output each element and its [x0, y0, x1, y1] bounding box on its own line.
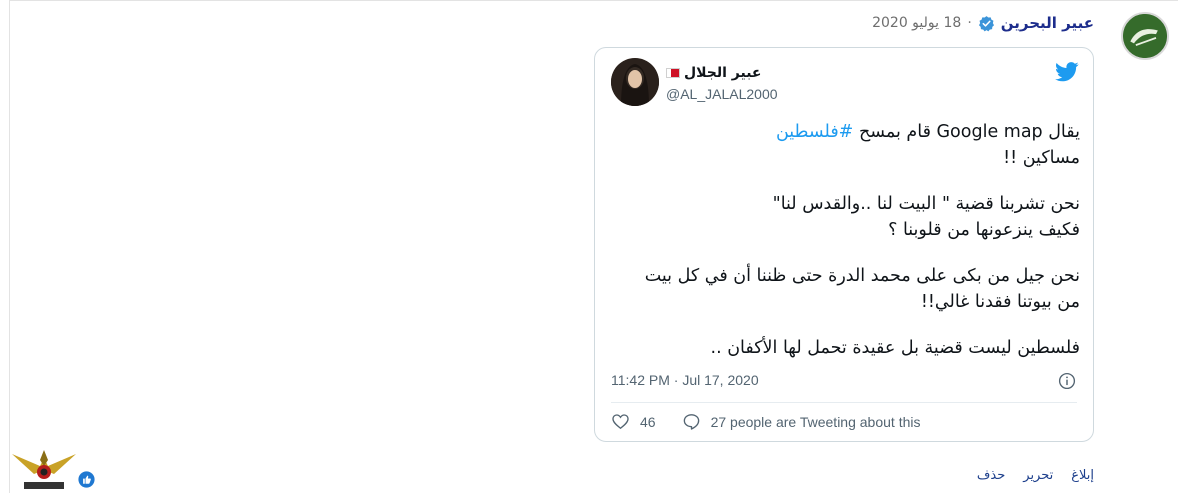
info-icon[interactable]: [1058, 372, 1076, 390]
bahrain-flag-icon: [666, 68, 680, 78]
tweet-line: فلسطين ليست قضية بل عقيدة تحمل لها الأكف…: [710, 338, 1081, 358]
tweet-line: يقال Google map قام بمسح #فلسطين: [610, 119, 1080, 145]
like-action[interactable]: 46: [611, 412, 656, 431]
post-header: عبير البحرين · 18 يوليو 2020: [872, 12, 1094, 34]
tweet-author-avatar[interactable]: [611, 58, 659, 106]
tweeting-about-text: 27 people are Tweeting about this: [710, 413, 921, 430]
tweet-line: مساكين !!: [1003, 148, 1080, 168]
divider: [611, 402, 1077, 403]
tweet-line: نحن تشربنا قضية " البيت لنا ..والقدس لنا…: [772, 194, 1080, 214]
verified-icon: [978, 15, 994, 31]
report-link[interactable]: إبلاغ: [1071, 468, 1094, 483]
tweet-line-text: يقال Google map قام بمسح: [858, 122, 1080, 142]
reply-bubble-icon: [683, 414, 699, 430]
author-name[interactable]: عبير البحرين: [1001, 14, 1094, 32]
separator: ·: [967, 15, 972, 31]
like-badge-icon[interactable]: [78, 471, 95, 488]
avatar[interactable]: [1121, 12, 1169, 60]
tweet-line: نحن جيل من بكى على محمد الدرة حتى ظننا أ…: [644, 266, 1080, 286]
post-action-links: إبلاغ تحرير حذف: [977, 468, 1094, 483]
tweet-author-name[interactable]: عبير الجلال: [666, 65, 762, 81]
site-logo: [12, 450, 76, 489]
tweet-timestamp[interactable]: 11:42 PM · Jul 17, 2020: [611, 372, 759, 388]
tweet-line: فكيف ينزعونها من قلوبنا ؟: [888, 220, 1080, 240]
embedded-tweet[interactable]: عبير الجلال @AL_JALAL2000 يقال Google ma…: [594, 47, 1094, 442]
tweet-text: يقال Google map قام بمسح #فلسطين مساكين …: [610, 119, 1080, 361]
heart-icon: [612, 414, 629, 430]
post-date[interactable]: 18 يوليو 2020: [872, 15, 961, 31]
tweet-line: من بيوتنا فقدنا غالي!!: [920, 292, 1080, 312]
tweet-author-name-text: عبير الجلال: [684, 65, 762, 81]
tweet-author-handle[interactable]: @AL_JALAL2000: [666, 86, 778, 102]
tweeting-about-action[interactable]: 27 people are Tweeting about this: [682, 412, 921, 431]
delete-link[interactable]: حذف: [977, 468, 1005, 483]
tweet-actions: 46 27 people are Tweeting about this: [611, 412, 920, 431]
twitter-bird-icon[interactable]: [1055, 62, 1079, 82]
edit-link[interactable]: تحرير: [1023, 468, 1053, 483]
like-count: 46: [640, 413, 656, 430]
hashtag-link[interactable]: #فلسطين: [776, 122, 853, 142]
